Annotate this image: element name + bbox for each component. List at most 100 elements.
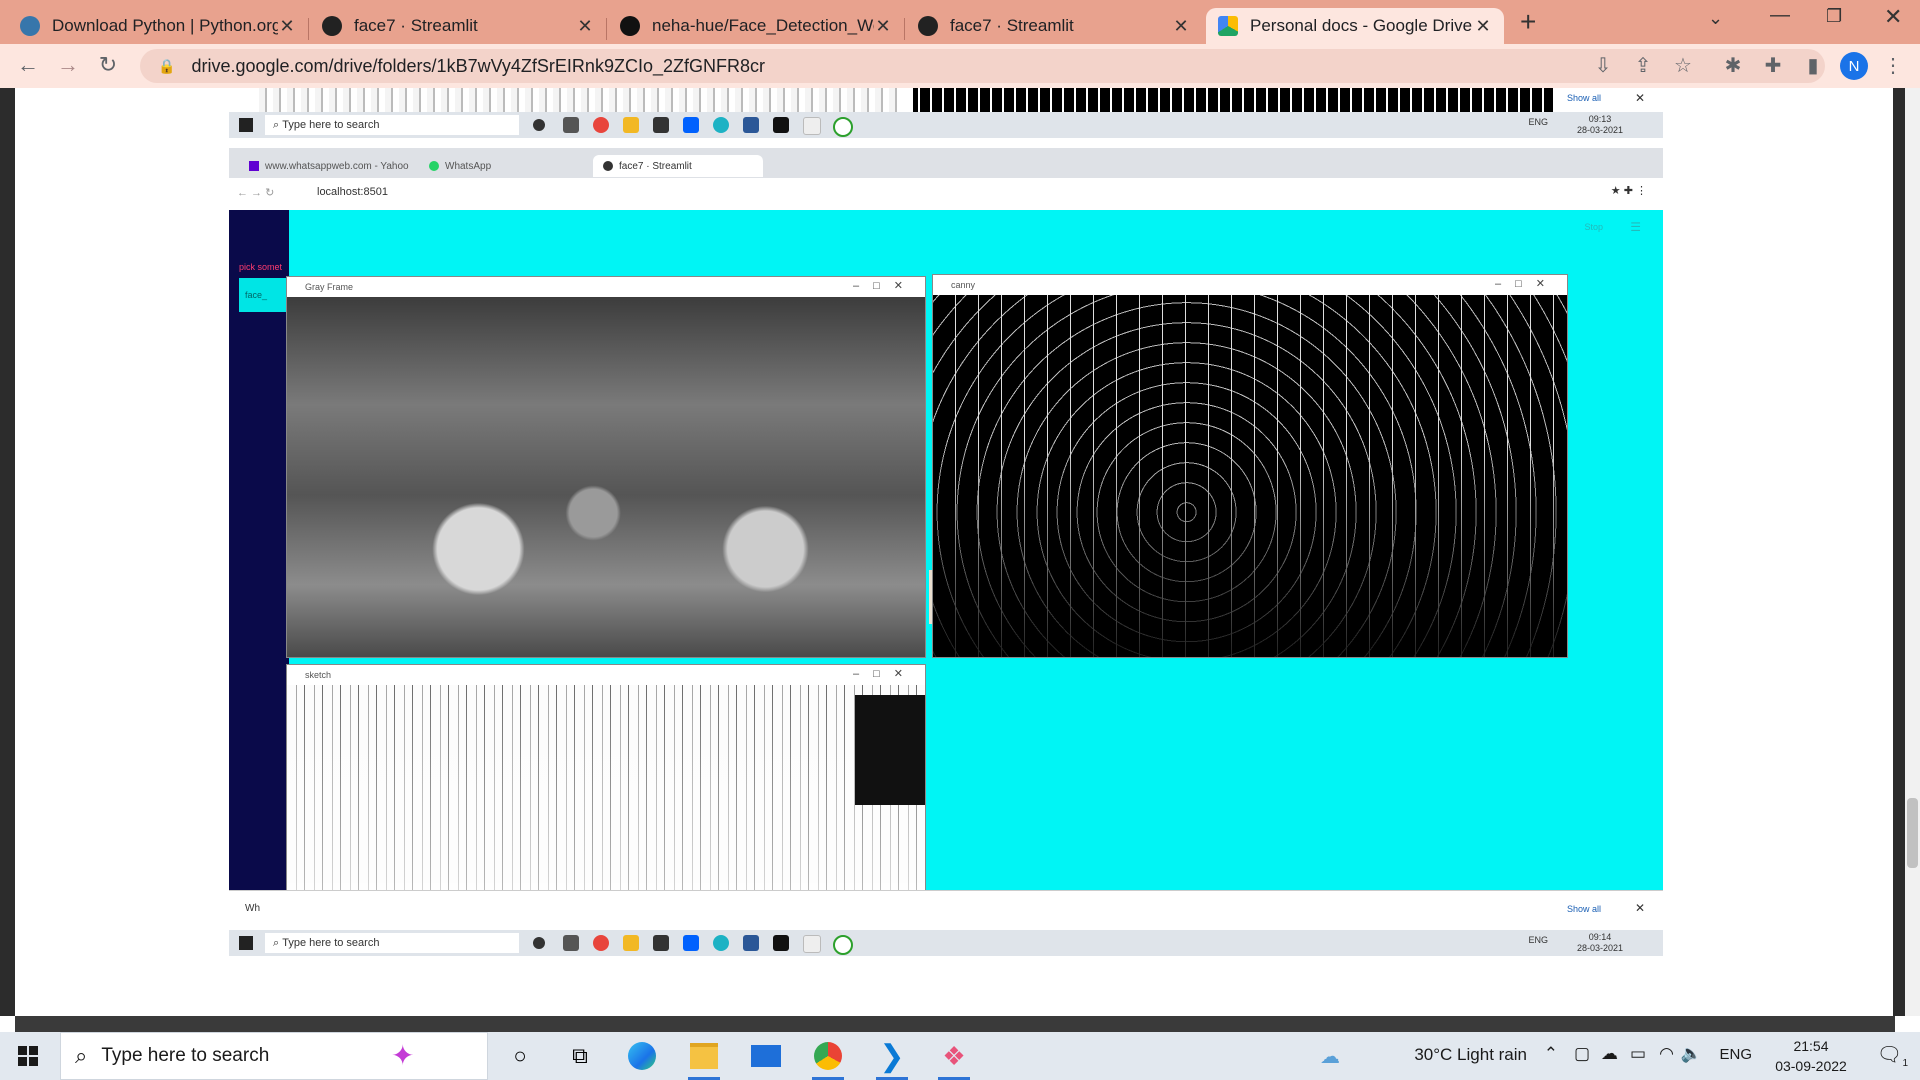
url-text: drive.google.com/drive/folders/1kB7wVy4Z…: [191, 55, 765, 76]
clock-time: 21:54: [1793, 1038, 1829, 1054]
battery-icon[interactable]: ▭: [1630, 1044, 1646, 1064]
close-icon: ✕: [1634, 901, 1645, 915]
tab-github[interactable]: neha-hue/Face_Detection_WebAp ✕: [608, 8, 904, 44]
menu-kebab-icon[interactable]: ⋮: [1880, 53, 1906, 78]
vscode-icon[interactable]: ❯: [876, 1040, 908, 1080]
mini-lang: ENG: [1528, 117, 1548, 127]
chrome-icon[interactable]: [812, 1040, 844, 1080]
mini-time: 09:14: [1588, 932, 1612, 942]
restore-button[interactable]: ❐: [1826, 6, 1842, 27]
inner-tab-title: www.whatsappweb.com - Yahoo: [265, 160, 409, 172]
forward-arrow-icon[interactable]: →: [54, 52, 82, 78]
hamburger-icon: ☰: [1630, 220, 1641, 234]
edge-icon: [713, 117, 729, 133]
inner-url: localhost:8501: [317, 186, 388, 198]
mini-time: 09:13: [1588, 114, 1612, 124]
weather-text[interactable]: 30°C Light rain: [1414, 1045, 1527, 1065]
close-icon[interactable]: ✕: [1172, 16, 1190, 37]
lock-icon: 🔒: [158, 57, 176, 74]
window-title: Gray Frame: [305, 282, 354, 292]
address-bar[interactable]: 🔒 drive.google.com/drive/folders/1kB7wVy…: [140, 49, 1825, 83]
share-icon[interactable]: ⇪: [1630, 53, 1656, 78]
clock-date: 03-09-2022: [1775, 1058, 1847, 1074]
notification-icon[interactable]: 🗨: [1877, 1042, 1902, 1067]
inner-tab-active: face7 · Streamlit: [593, 155, 763, 177]
tab-search-icon[interactable]: ⌄: [1708, 8, 1723, 29]
search-icon: ⌕: [75, 1043, 88, 1068]
scrollbar[interactable]: [1905, 88, 1920, 1016]
terminal-icon: [773, 935, 789, 951]
mini-search-text: Type here to search: [282, 119, 380, 131]
tab-streamlit-2[interactable]: face7 · Streamlit ✕: [906, 8, 1202, 44]
task-view-icon: [563, 117, 579, 133]
google-drive-icon: [1218, 16, 1238, 36]
browser-toolbar: ← → ↻ 🔒 drive.google.com/drive/folders/1…: [0, 44, 1920, 88]
app-icon: [833, 117, 853, 137]
app-diamond-icon[interactable]: ❖: [938, 1040, 970, 1080]
mail-icon[interactable]: [750, 1040, 782, 1072]
window-controls: –□✕: [1495, 278, 1559, 290]
tab-strip: Download Python | Python.org ✕ face7 · S…: [0, 0, 1920, 44]
weather-icon[interactable]: ☁: [1320, 1044, 1340, 1069]
side-panel-icon[interactable]: ▮: [1800, 53, 1826, 78]
notification-count: 1: [1902, 1058, 1908, 1069]
bottom-frame-bar: [15, 1016, 1895, 1032]
wifi-icon[interactable]: ◠: [1659, 1044, 1674, 1064]
task-view-icon: [563, 935, 579, 951]
gray-frame-window: Gray Frame –□✕: [286, 276, 926, 658]
language-indicator[interactable]: ENG: [1719, 1046, 1752, 1063]
edge-icon[interactable]: [626, 1040, 658, 1072]
embedded-screenshot: Show all ✕ ⌕ Type here to search ENG 09:…: [229, 88, 1663, 956]
minimize-button[interactable]: —: [1770, 4, 1790, 27]
file-explorer-icon[interactable]: [688, 1040, 720, 1080]
close-icon[interactable]: ✕: [874, 16, 892, 37]
tab-streamlit-1[interactable]: face7 · Streamlit ✕: [310, 8, 606, 44]
terminal-icon: [773, 117, 789, 133]
notepad-icon: [803, 117, 821, 135]
taskbar-search-box[interactable]: ⌕ Type here to search ✦: [60, 1032, 488, 1080]
cortana-icon: [533, 937, 545, 949]
extensions-puzzle-icon[interactable]: ✚: [1760, 53, 1786, 78]
avatar[interactable]: N: [1840, 52, 1868, 80]
scrollbar-thumb[interactable]: [1907, 798, 1918, 868]
chevron-up-icon[interactable]: ⌃: [1544, 1044, 1558, 1064]
previous-screenshot-strip: Show all ✕: [229, 88, 1663, 112]
tab-title: Download Python | Python.org: [52, 16, 278, 35]
taskbar-search-placeholder: Type here to search: [101, 1045, 270, 1066]
store-icon: [653, 935, 669, 951]
task-view-icon[interactable]: ⧉: [564, 1040, 596, 1072]
word-icon: [743, 117, 759, 133]
dropbox-icon: [683, 117, 699, 133]
gray-frame-image: [287, 297, 925, 657]
reload-icon[interactable]: ↻: [94, 52, 122, 78]
clock[interactable]: 21:54 03-09-2022: [1766, 1036, 1856, 1076]
cortana-icon[interactable]: ○: [504, 1040, 536, 1072]
canny-window: canny –□✕: [932, 274, 1568, 658]
meet-icon[interactable]: ▢: [1574, 1044, 1590, 1064]
tab-python[interactable]: Download Python | Python.org ✕: [8, 8, 308, 44]
search-icon: ⌕: [273, 118, 283, 131]
store-icon: [653, 117, 669, 133]
mini-search-box: ⌕ Type here to search: [265, 115, 519, 135]
file-explorer-icon: [623, 935, 639, 951]
sidebar-button: face_: [239, 278, 289, 312]
word-icon: [743, 935, 759, 951]
tab-title: face7 · Streamlit: [950, 16, 1074, 35]
streamlit-sidebar: pick somet face_: [229, 210, 289, 890]
install-icon[interactable]: ⇩: [1590, 53, 1616, 78]
windows-start-icon[interactable]: [18, 1046, 38, 1066]
close-icon[interactable]: ✕: [1474, 16, 1492, 37]
cloud-icon[interactable]: ☁: [1601, 1044, 1618, 1064]
close-icon[interactable]: ✕: [576, 16, 594, 37]
mini-date: 28-03-2021: [1576, 943, 1623, 953]
bookmark-star-icon[interactable]: ☆: [1670, 53, 1696, 78]
close-icon[interactable]: ✕: [278, 16, 296, 37]
tab-google-drive[interactable]: Personal docs - Google Drive ✕: [1206, 8, 1504, 44]
new-tab-button[interactable]: +: [1520, 6, 1536, 38]
extension-bug-icon[interactable]: ✱: [1720, 53, 1746, 78]
close-window-button[interactable]: ✕: [1884, 4, 1902, 30]
volume-icon[interactable]: 🔈: [1681, 1044, 1702, 1064]
python-icon: [20, 16, 40, 36]
back-arrow-icon[interactable]: ←: [14, 52, 42, 78]
streamlit-icon: [603, 161, 613, 171]
